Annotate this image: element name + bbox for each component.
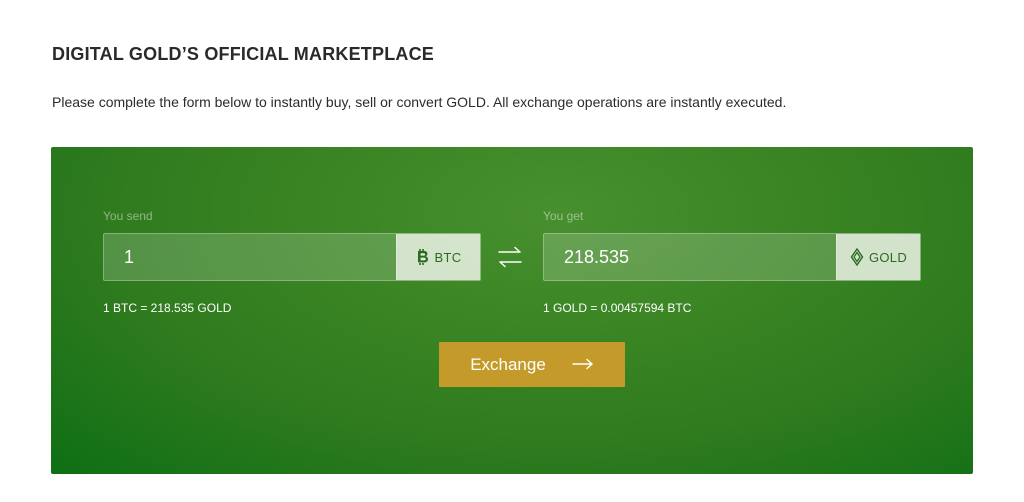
page: DIGITAL GOLD’S OFFICIAL MARKETPLACE Plea…: [0, 0, 1024, 502]
get-currency-code: GOLD: [868, 249, 908, 265]
gold-diamond-icon: [850, 248, 864, 266]
exchange-button-label: Exchange: [470, 354, 546, 374]
get-label: You get: [543, 209, 584, 223]
exchange-panel: You send BTC 1 BTC = 218.535 GOLD: [51, 147, 973, 474]
exchange-button[interactable]: Exchange: [439, 342, 625, 387]
send-currency-selector[interactable]: BTC: [396, 234, 480, 280]
bitcoin-icon: [416, 248, 430, 266]
send-rate: 1 BTC = 218.535 GOLD: [103, 301, 232, 315]
get-currency-selector[interactable]: GOLD: [836, 234, 920, 280]
get-amount-input[interactable]: [544, 234, 836, 280]
send-field: BTC: [103, 233, 481, 281]
send-label: You send: [103, 209, 153, 223]
send-currency-code: BTC: [434, 249, 462, 265]
arrow-right-icon: [572, 355, 594, 375]
get-rate: 1 GOLD = 0.00457594 BTC: [543, 301, 692, 315]
page-subtitle: Please complete the form below to instan…: [52, 94, 787, 110]
swap-arrows-icon[interactable]: [497, 245, 523, 269]
page-title: DIGITAL GOLD’S OFFICIAL MARKETPLACE: [52, 44, 434, 64]
send-amount-input[interactable]: [104, 234, 396, 280]
get-field: GOLD: [543, 233, 921, 281]
